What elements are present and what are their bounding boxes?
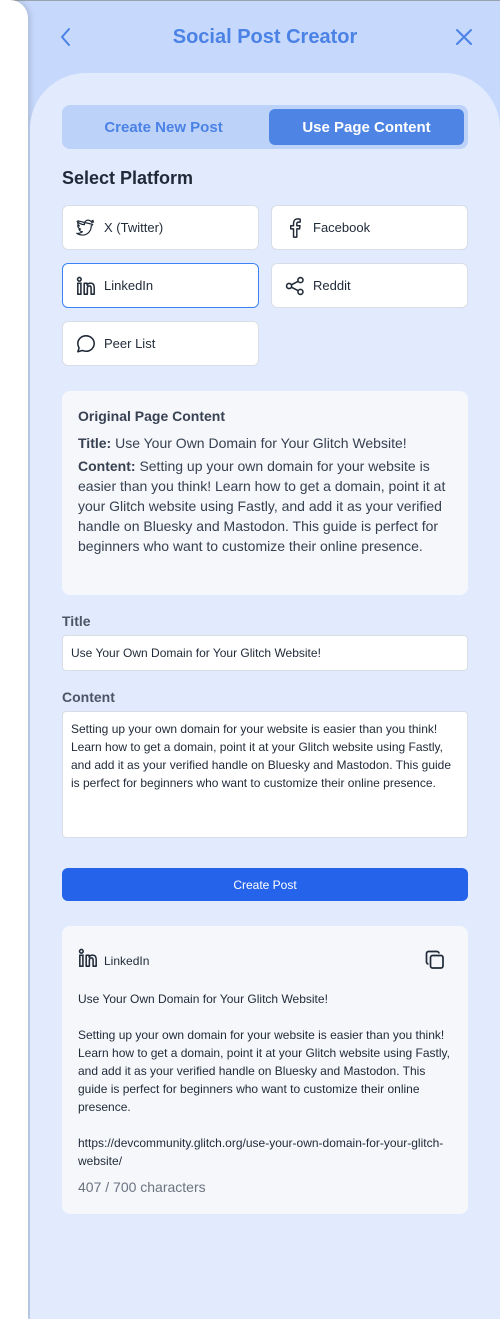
header: Social Post Creator: [30, 0, 500, 74]
underlying-page-edge: [0, 0, 28, 1319]
platform-label: Reddit: [313, 278, 351, 293]
original-content-line: Content: Setting up your own domain for …: [78, 456, 452, 556]
preview-title: Use Your Own Domain for Your Glitch Webs…: [78, 992, 328, 1006]
share-icon: [284, 275, 306, 297]
platform-option-linkedin[interactable]: LinkedIn: [62, 263, 259, 308]
character-count: 407 / 700 characters: [78, 1179, 206, 1195]
generated-post-preview: LinkedIn Use Your Own Domain for Your Gl…: [62, 926, 468, 1214]
original-page-content-card: Original Page Content Title: Use Your Ow…: [62, 391, 468, 595]
original-title-label: Title:: [78, 435, 112, 451]
original-title-value: Use Your Own Domain for Your Glitch Webs…: [115, 435, 407, 451]
preview-platform-name: LinkedIn: [104, 953, 150, 968]
tab-use-page-content[interactable]: Use Page Content: [269, 109, 464, 145]
linkedin-icon: [78, 948, 98, 973]
select-platform-heading: Select Platform: [62, 168, 194, 188]
twitter-icon: [75, 217, 97, 239]
title-input[interactable]: Use Your Own Domain for Your Glitch Webs…: [62, 635, 468, 671]
close-icon[interactable]: [454, 26, 474, 48]
tab-create-new-post[interactable]: Create New Post: [66, 109, 261, 145]
preview-header: LinkedIn: [78, 948, 149, 973]
platform-option-facebook[interactable]: Facebook: [271, 205, 468, 250]
platform-label: LinkedIn: [104, 278, 154, 293]
original-title-line: Title: Use Your Own Domain for Your Glit…: [78, 433, 452, 453]
preview-text: Use Your Own Domain for Your Glitch Webs…: [78, 990, 456, 1170]
chat-bubble-icon: [75, 333, 97, 355]
copy-icon[interactable]: [424, 949, 446, 971]
platform-label: X (Twitter): [104, 220, 164, 235]
mode-tabs: Create New Post Use Page Content: [62, 105, 468, 149]
title-field-label: Title: [62, 613, 91, 629]
platform-label: Facebook: [313, 220, 371, 235]
back-chevron-icon[interactable]: [56, 24, 76, 50]
platform-option-peer-list[interactable]: Peer List: [62, 321, 259, 366]
page-title: Social Post Creator: [172, 25, 358, 48]
content-textarea[interactable]: Setting up your own domain for your webs…: [62, 711, 468, 838]
create-post-button[interactable]: Create Post: [62, 868, 468, 901]
original-content-heading: Original Page Content: [78, 408, 226, 424]
platform-option-twitter[interactable]: X (Twitter): [62, 205, 259, 250]
original-content-label: Content:: [78, 458, 136, 474]
preview-body: Setting up your own domain for your webs…: [78, 1028, 450, 1114]
content-field-label: Content: [62, 689, 115, 705]
facebook-icon: [284, 217, 306, 239]
preview-url: https://devcommunity.glitch.org/use-your…: [78, 1136, 444, 1168]
platform-option-reddit[interactable]: Reddit: [271, 263, 468, 308]
platform-label: Peer List: [104, 336, 156, 351]
linkedin-icon: [75, 275, 97, 297]
